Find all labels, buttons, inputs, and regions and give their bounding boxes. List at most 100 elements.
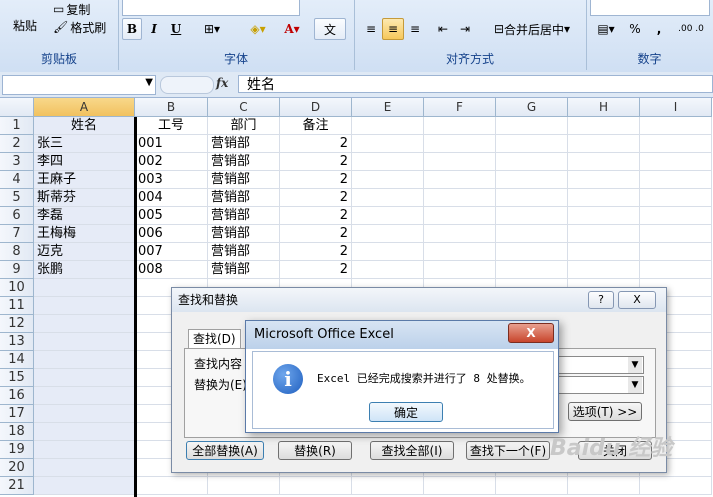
cell-i8[interactable] — [640, 243, 712, 261]
cell-i2[interactable] — [640, 135, 712, 153]
increase-indent-button[interactable]: ⇥ — [454, 18, 476, 40]
column-header-a[interactable]: A — [34, 98, 135, 117]
cell-h1[interactable] — [568, 117, 640, 135]
row-header-8[interactable]: 8 — [0, 243, 34, 261]
row-header-20[interactable]: 20 — [0, 459, 34, 477]
cell-f7[interactable] — [424, 225, 496, 243]
cell-a17[interactable] — [34, 405, 135, 423]
cell-e1[interactable] — [352, 117, 424, 135]
cell-f1[interactable] — [424, 117, 496, 135]
tab-find[interactable]: 查找(D) — [188, 329, 241, 348]
cell-f5[interactable] — [424, 189, 496, 207]
help-button[interactable]: ? — [588, 291, 614, 309]
formula-input[interactable]: 姓名 — [238, 75, 713, 93]
cell-f2[interactable] — [424, 135, 496, 153]
column-header-g[interactable]: G — [496, 98, 568, 117]
cell-a15[interactable] — [34, 369, 135, 387]
cell-d9[interactable]: 2 — [280, 261, 352, 279]
cell-e6[interactable] — [352, 207, 424, 225]
column-header-h[interactable]: H — [568, 98, 640, 117]
cell-a6[interactable]: 李磊 — [34, 207, 135, 225]
dialog-close-button[interactable]: X — [618, 291, 656, 309]
cell-a8[interactable]: 迈克 — [34, 243, 135, 261]
row-header-3[interactable]: 3 — [0, 153, 34, 171]
column-header-b[interactable]: B — [135, 98, 208, 117]
phonetic-button[interactable]: 文 — [314, 18, 346, 40]
cell-c3[interactable]: 营销部 — [208, 153, 280, 171]
cell-c4[interactable]: 营销部 — [208, 171, 280, 189]
cell-e7[interactable] — [352, 225, 424, 243]
cell-e2[interactable] — [352, 135, 424, 153]
cell-g9[interactable] — [496, 261, 568, 279]
row-header-13[interactable]: 13 — [0, 333, 34, 351]
align-left-button[interactable]: ≡ — [360, 18, 382, 40]
cell-h4[interactable] — [568, 171, 640, 189]
cell-d8[interactable]: 2 — [280, 243, 352, 261]
cell-a2[interactable]: 张三 — [34, 135, 135, 153]
ok-button[interactable]: 确定 — [369, 402, 443, 422]
cell-e9[interactable] — [352, 261, 424, 279]
cell-h3[interactable] — [568, 153, 640, 171]
row-header-19[interactable]: 19 — [0, 441, 34, 459]
cell-f8[interactable] — [424, 243, 496, 261]
cell-h2[interactable] — [568, 135, 640, 153]
cell-d21[interactable] — [280, 477, 352, 495]
find-input[interactable]: ▼ — [558, 356, 644, 374]
cell-g21[interactable] — [496, 477, 568, 495]
cell-i6[interactable] — [640, 207, 712, 225]
cell-f3[interactable] — [424, 153, 496, 171]
cell-d2[interactable]: 2 — [280, 135, 352, 153]
cell-a11[interactable] — [34, 297, 135, 315]
bold-button[interactable]: B — [122, 18, 142, 40]
italic-button[interactable]: I — [144, 18, 164, 40]
cell-b9[interactable]: 008 — [135, 261, 208, 279]
row-header-6[interactable]: 6 — [0, 207, 34, 225]
cell-e21[interactable] — [352, 477, 424, 495]
cell-b1[interactable]: 工号 — [135, 117, 208, 135]
cell-d7[interactable]: 2 — [280, 225, 352, 243]
percent-button[interactable]: % — [624, 18, 646, 40]
column-header-e[interactable]: E — [352, 98, 424, 117]
row-header-5[interactable]: 5 — [0, 189, 34, 207]
cell-a10[interactable] — [34, 279, 135, 297]
replace-all-button[interactable]: 全部替换(A) — [186, 441, 264, 460]
row-header-2[interactable]: 2 — [0, 135, 34, 153]
cell-h6[interactable] — [568, 207, 640, 225]
cell-h5[interactable] — [568, 189, 640, 207]
cell-a4[interactable]: 王麻子 — [34, 171, 135, 189]
cell-a5[interactable]: 斯蒂芬 — [34, 189, 135, 207]
row-header-9[interactable]: 9 — [0, 261, 34, 279]
cell-c6[interactable]: 营销部 — [208, 207, 280, 225]
cell-a14[interactable] — [34, 351, 135, 369]
cell-e5[interactable] — [352, 189, 424, 207]
find-all-button[interactable]: 查找全部(I) — [370, 441, 454, 460]
merge-center-button[interactable]: ⊟ 合并后居中 ▾ — [482, 18, 582, 40]
row-header-1[interactable]: 1 — [0, 117, 34, 135]
cell-e8[interactable] — [352, 243, 424, 261]
row-header-21[interactable]: 21 — [0, 477, 34, 495]
column-header-c[interactable]: C — [208, 98, 280, 117]
formula-bar-resize-handle[interactable] — [160, 76, 214, 94]
cell-f9[interactable] — [424, 261, 496, 279]
cell-g3[interactable] — [496, 153, 568, 171]
cell-h9[interactable] — [568, 261, 640, 279]
row-header-15[interactable]: 15 — [0, 369, 34, 387]
cell-b2[interactable]: 001 — [135, 135, 208, 153]
paste-button[interactable]: 粘贴 — [6, 6, 44, 44]
cell-d3[interactable]: 2 — [280, 153, 352, 171]
cell-a12[interactable] — [34, 315, 135, 333]
row-header-16[interactable]: 16 — [0, 387, 34, 405]
cell-d4[interactable]: 2 — [280, 171, 352, 189]
cell-i5[interactable] — [640, 189, 712, 207]
cell-b7[interactable]: 006 — [135, 225, 208, 243]
name-box[interactable]: ▼ — [2, 75, 156, 95]
cell-a21[interactable] — [34, 477, 135, 495]
cell-e3[interactable] — [352, 153, 424, 171]
cell-h8[interactable] — [568, 243, 640, 261]
number-format-select[interactable] — [590, 0, 710, 16]
cell-c9[interactable]: 营销部 — [208, 261, 280, 279]
select-all-corner[interactable] — [0, 98, 34, 117]
font-color-button[interactable]: A ▾ — [276, 18, 308, 40]
comma-button[interactable]: , — [648, 18, 670, 40]
cell-d6[interactable]: 2 — [280, 207, 352, 225]
